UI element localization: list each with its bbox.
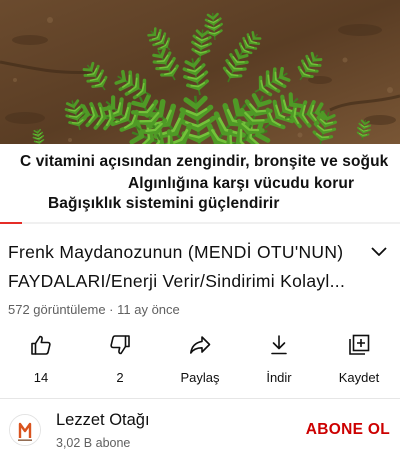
video-progress-fill (0, 222, 22, 224)
action-bar: 14 2 Paylaş İndir Kaydet (0, 333, 400, 389)
subscribe-button[interactable]: ABONE OL (306, 421, 390, 439)
video-caption-line: Bağışıklık sistemini güçlendirir (48, 195, 280, 212)
share-button[interactable]: Paylaş (167, 333, 233, 389)
section-divider (0, 398, 400, 399)
channel-avatar[interactable] (9, 414, 41, 446)
chevron-down-icon (371, 247, 387, 256)
share-icon (190, 336, 211, 354)
dislike-button[interactable]: 2 (87, 333, 153, 389)
video-meta: 572 görüntüleme · 11 ay önce (8, 302, 180, 317)
video-caption-line: C vitamini açısından zengindir, bronşite… (20, 153, 389, 170)
download-icon (271, 335, 287, 355)
channel-row[interactable]: Lezzet Otağı 3,02 B abone ABONE OL (0, 400, 400, 460)
download-label: İndir (266, 370, 292, 385)
add-to-playlist-icon (349, 334, 370, 355)
video-caption-line: Algınlığına karşı vücudu korur (128, 175, 355, 192)
dislike-count: 2 (116, 370, 124, 385)
share-label: Paylaş (180, 370, 220, 385)
channel-name[interactable]: Lezzet Otağı (56, 411, 150, 430)
video-title: Frenk Maydanozunun (MENDİ OTU'NUN) FAYDA… (8, 238, 360, 296)
like-button[interactable]: 14 (8, 333, 74, 389)
thumbs-down-icon (110, 335, 130, 355)
video-watch-page: C vitamini açısından zengindir, bronşite… (0, 0, 400, 460)
expand-description-button[interactable] (368, 244, 390, 260)
video-title-line: FAYDALARI/Enerji Verir/Sindirimi Kolayl.… (8, 271, 346, 291)
video-player[interactable]: C vitamini açısından zengindir, bronşite… (0, 0, 400, 224)
video-progress-bar[interactable] (0, 222, 400, 224)
like-count: 14 (33, 370, 49, 385)
download-button[interactable]: İndir (246, 333, 312, 389)
save-button[interactable]: Kaydet (326, 333, 392, 389)
save-label: Kaydet (338, 370, 380, 385)
thumbs-up-icon (31, 335, 51, 355)
video-thumbnail-image (0, 0, 400, 150)
subscriber-count: 3,02 B abone (56, 436, 131, 450)
channel-logo-icon (10, 415, 40, 445)
video-title-line: Frenk Maydanozunun (MENDİ OTU'NUN) (8, 242, 344, 262)
